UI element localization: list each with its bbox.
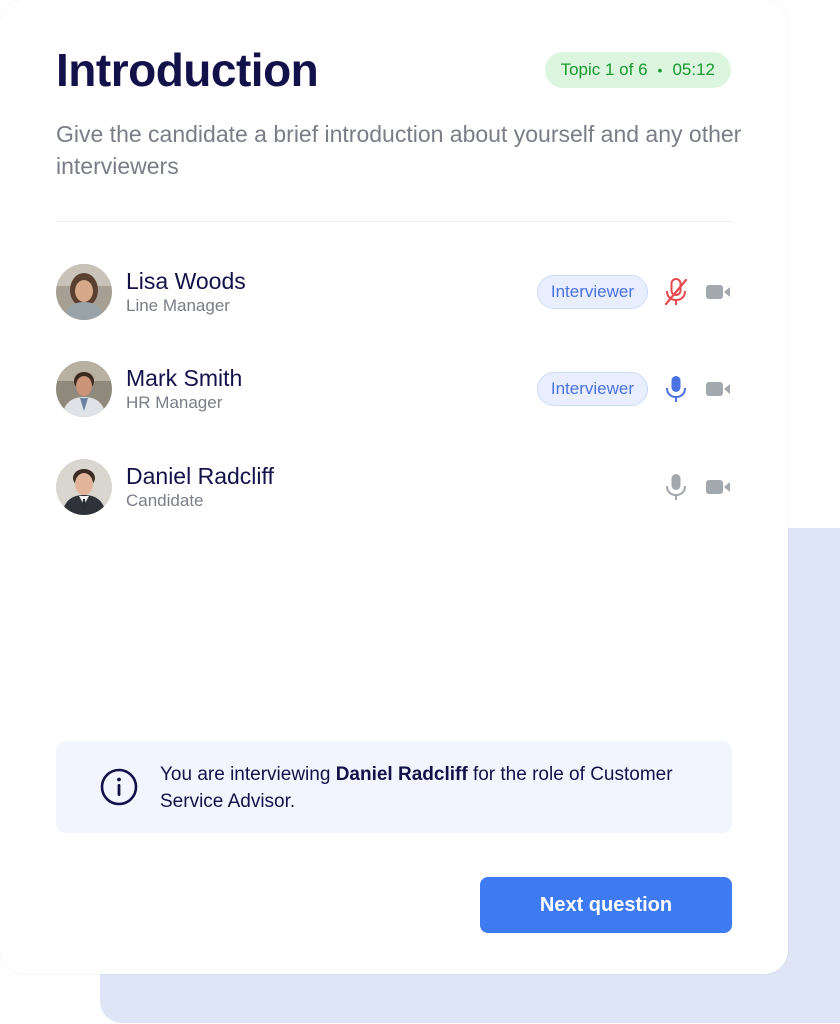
mic-icon[interactable] [664,471,688,503]
interview-info-box: You are interviewing Daniel Radcliff for… [56,741,732,833]
info-icon [100,768,138,811]
video-camera-icon[interactable] [704,373,732,405]
topic-counter: Topic 1 of 6 [560,60,648,79]
video-camera-icon[interactable] [704,276,732,308]
mic-active-icon[interactable] [664,373,688,405]
interview-card: Introduction Topic 1 of 6 • 05:12 Give t… [0,0,788,974]
participant-row-daniel-radcliff: Daniel Radcliff Candidate [56,459,732,515]
avatar [56,459,112,515]
topic-progress-badge: Topic 1 of 6 • 05:12 [544,52,731,88]
avatar [56,361,112,417]
topic-instructions: Give the candidate a brief introduction … [56,121,742,179]
avatar [56,264,112,320]
info-prefix: You are interviewing [160,764,336,785]
mic-muted-icon[interactable] [664,276,688,308]
participant-role: HR Manager [126,393,223,412]
participant-name: Daniel Radcliff [126,463,274,489]
participant-name: Lisa Woods [126,268,246,294]
participant-role: Candidate [126,491,204,510]
info-suffix: . [289,791,296,812]
video-camera-icon[interactable] [704,471,732,503]
participant-role: Line Manager [126,296,230,315]
info-middle: for the role of [467,764,591,785]
next-question-button[interactable]: Next question [480,877,732,933]
timer: 05:12 [672,60,715,79]
page-title: Introduction [56,44,319,96]
participant-name: Mark Smith [126,365,243,391]
participant-row-mark-smith: Mark Smith HR Manager Interviewer [56,361,732,417]
divider [56,221,732,222]
role-badge: Interviewer [536,275,648,309]
role-badge: Interviewer [536,372,648,406]
info-candidate-name: Daniel Radcliff [335,764,468,785]
participant-row-lisa-woods: Lisa Woods Line Manager Interviewer [56,264,732,320]
separator-dot: • [657,62,663,78]
interview-info-text: You are interviewing Daniel Radcliff for… [160,761,700,815]
